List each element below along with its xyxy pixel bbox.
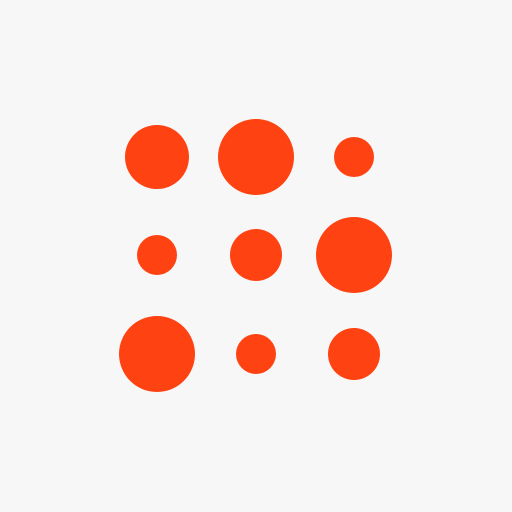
- logo-dot: [236, 334, 276, 374]
- logo-dot: [230, 229, 282, 281]
- logo-dot: [328, 328, 380, 380]
- dot-grid-logo-icon: [119, 119, 392, 392]
- logo-dot: [334, 137, 374, 177]
- logo-dot: [218, 119, 294, 195]
- logo-dot: [316, 217, 392, 293]
- app-icon-canvas: [0, 0, 512, 512]
- logo-dot: [137, 235, 177, 275]
- logo-dot: [119, 316, 195, 392]
- logo-dot: [125, 125, 189, 189]
